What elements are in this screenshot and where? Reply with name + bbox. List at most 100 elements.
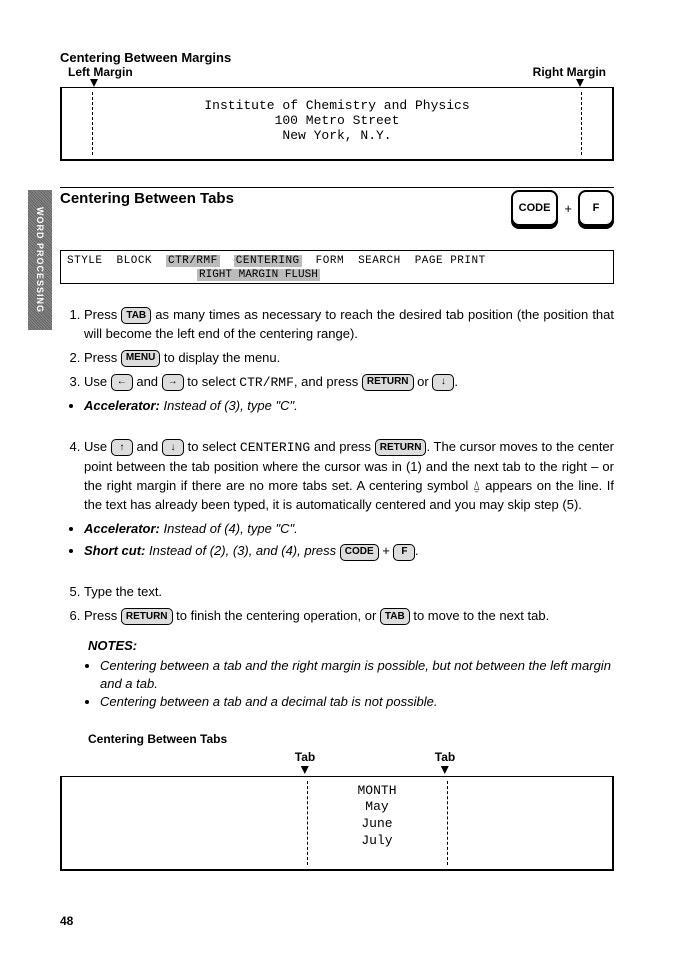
text: + [379, 543, 394, 558]
accel-label: Accelerator: [84, 398, 160, 413]
keycap-code: CODE [511, 190, 559, 226]
text: to select [184, 439, 240, 454]
text: Press [84, 608, 121, 623]
key-tab: TAB [121, 307, 151, 324]
tab-label-1: Tab [295, 750, 315, 774]
text: . [454, 374, 458, 389]
section-centering-tabs: Centering Between Tabs CODE + F [60, 187, 614, 226]
tab-labels: Tab Tab [60, 750, 614, 778]
accelerator-1: Accelerator: Instead of (3), type "C". [84, 397, 614, 416]
example-line: Institute of Chemistry and Physics [70, 98, 604, 113]
text: Tab [295, 750, 315, 764]
shortcut: Short cut: Instead of (2), (3), and (4),… [84, 542, 614, 561]
notes-heading: NOTES: [88, 638, 614, 653]
accel-text: Instead of (3), type "C". [160, 398, 298, 413]
text: , and press [294, 374, 362, 389]
menu-item: FORM [316, 255, 344, 267]
steps-list-cont2: Type the text. Press RETURN to finish th… [60, 583, 614, 626]
arrow-down-icon [576, 79, 584, 87]
menu-bar: STYLE BLOCK CTR/RMF CENTERING FORM SEARC… [60, 250, 614, 284]
accelerator-list: Accelerator: Instead of (3), type "C". [60, 397, 614, 416]
text: and [133, 439, 162, 454]
dashed-guide [447, 781, 448, 865]
key-left: ← [111, 374, 133, 391]
example-box-margins: Institute of Chemistry and Physics 100 M… [60, 87, 614, 161]
text: and press [310, 439, 375, 454]
menu-item: PAGE PRINT [415, 255, 486, 267]
heading-centering-tabs-example: Centering Between Tabs [88, 732, 614, 746]
menu-item: SEARCH [358, 255, 401, 267]
note-1: Centering between a tab and the right ma… [100, 657, 614, 693]
example-line: 100 Metro Street [70, 113, 604, 128]
text: to move to the next tab. [410, 608, 549, 623]
page: WORD PROCESSING Centering Between Margin… [0, 0, 674, 954]
step-5: Type the text. [84, 583, 614, 602]
step-4: Use ↑ and ↓ to select CENTERING and pres… [84, 438, 614, 514]
text: to select [184, 374, 240, 389]
accelerator-list-2: Accelerator: Instead of (4), type "C". S… [60, 520, 614, 562]
example-box-tabs: MONTH May June July [60, 776, 614, 871]
menu-item: STYLE [67, 255, 103, 267]
text: Press [84, 350, 121, 365]
step-1: Press TAB as many times as necessary to … [84, 306, 614, 344]
steps-list-cont: Use ↑ and ↓ to select CENTERING and pres… [60, 438, 614, 514]
sidebar-tab: WORD PROCESSING [28, 190, 52, 330]
tab-label-2: Tab [435, 750, 455, 774]
text: . [415, 543, 419, 558]
key-down: ↓ [162, 439, 184, 456]
arrow-down-icon [441, 766, 449, 774]
key-menu: MENU [121, 350, 160, 367]
keycap-group: CODE + F [511, 190, 614, 226]
menu-item: BLOCK [117, 255, 153, 267]
menu-item-selected: CENTERING [234, 255, 302, 267]
text: Use [84, 374, 111, 389]
plus-sign: + [564, 201, 572, 216]
shortcut-text: Instead of (2), (3), and (4), press [145, 543, 339, 558]
section-title: Centering Between Tabs [60, 190, 234, 207]
key-right: → [162, 374, 184, 391]
code-text: CTR/RMF [239, 375, 294, 390]
example-line: July [357, 833, 396, 850]
accel-label: Accelerator: [84, 521, 160, 536]
steps-list: Press TAB as many times as necessary to … [60, 306, 614, 392]
text: or [414, 374, 433, 389]
code-text: CENTERING [240, 440, 310, 455]
key-down: ↓ [432, 374, 454, 391]
arrow-down-icon [90, 79, 98, 87]
key-return: RETURN [375, 439, 427, 456]
key-f: F [393, 544, 415, 561]
key-up: ↑ [111, 439, 133, 456]
key-return: RETURN [121, 608, 173, 625]
step-6: Press RETURN to finish the centering ope… [84, 607, 614, 626]
example-line: June [357, 816, 396, 833]
step-2: Press MENU to display the menu. [84, 349, 614, 368]
centered-text-block: MONTH May June July [357, 783, 396, 851]
menu-sub-item: RIGHT MARGIN FLUSH [197, 269, 320, 281]
example-line: May [357, 799, 396, 816]
text: Use [84, 439, 111, 454]
key-return: RETURN [362, 374, 414, 391]
text: Tab [435, 750, 455, 764]
arrow-down-icon [301, 766, 309, 774]
heading-centering-margins: Centering Between Margins [60, 50, 614, 65]
accel-text: Instead of (4), type "C". [160, 521, 298, 536]
note-2: Centering between a tab and a decimal ta… [100, 693, 614, 711]
shortcut-label: Short cut: [84, 543, 145, 558]
text: to finish the centering operation, or [173, 608, 380, 623]
text: Press [84, 307, 121, 322]
right-margin-label: Right Margin [533, 65, 606, 79]
key-code: CODE [340, 544, 379, 561]
left-margin-label: Left Margin [68, 65, 133, 79]
text: to display the menu. [160, 350, 280, 365]
dashed-guide [581, 92, 582, 155]
text: and [133, 374, 162, 389]
step-3: Use ← and → to select CTR/RMF, and press… [84, 373, 614, 393]
example-line: MONTH [357, 783, 396, 800]
dashed-guide [92, 92, 93, 155]
dashed-guide [307, 781, 308, 865]
accelerator-2: Accelerator: Instead of (4), type "C". [84, 520, 614, 539]
centering-symbol-icon: ⍙ [473, 478, 481, 493]
margin-labels: Left Margin Right Margin [68, 65, 606, 79]
notes-list: Centering between a tab and the right ma… [60, 657, 614, 712]
menu-item-selected: CTR/RMF [166, 255, 220, 267]
